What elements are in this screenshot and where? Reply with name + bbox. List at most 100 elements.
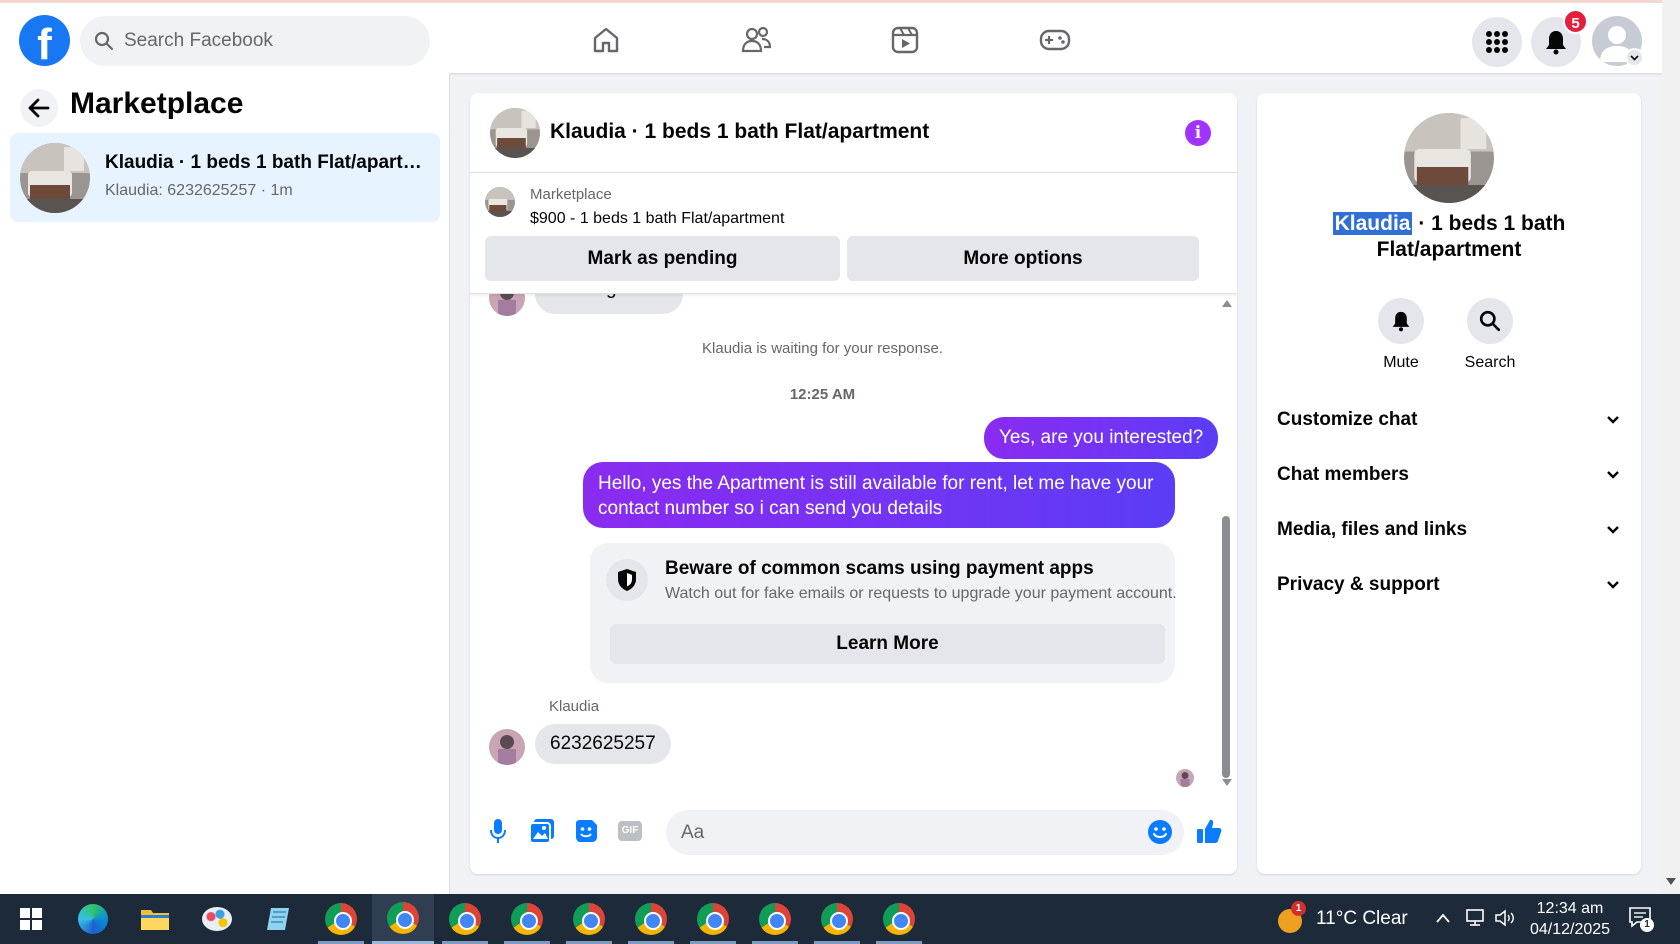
chat-header: Klaudia · 1 beds 1 bath Flat/apartment i	[470, 93, 1237, 173]
conversation-list-item[interactable]: Klaudia · 1 beds 1 bath Flat/apartment K…	[10, 133, 440, 222]
like-icon[interactable]	[1194, 816, 1224, 846]
volume-icon[interactable]	[1494, 908, 1516, 933]
chrome-browser-icon[interactable]	[620, 894, 682, 944]
gif-icon[interactable]: GIF	[615, 816, 645, 846]
message-bubble-incoming[interactable]: 6232625257	[535, 724, 671, 764]
edge-browser-icon[interactable]	[62, 894, 124, 944]
chat-window: Klaudia · 1 beds 1 bath Flat/apartment i…	[470, 93, 1237, 874]
chrome-browser-icon[interactable]	[372, 894, 434, 944]
gaming-icon[interactable]	[1035, 20, 1075, 60]
conversation-sidebar: Marketplace Klaudia · 1 beds 1 bath Flat…	[0, 73, 450, 894]
listing-price[interactable]: $900 - 1 beds 1 bath Flat/apartment	[530, 210, 784, 228]
scam-warning-title: Beware of common scams using payment app…	[665, 558, 1094, 579]
top-navigation-bar: f 5	[0, 0, 1662, 73]
privacy-support-section[interactable]: Privacy & support	[1277, 565, 1621, 605]
chevron-down-icon	[1607, 471, 1619, 479]
weather-alert-badge: 1	[1291, 901, 1306, 916]
bell-icon	[1378, 298, 1424, 344]
weather-moon-icon: 1	[1278, 901, 1306, 933]
conversation-details-panel: Klaudia · 1 beds 1 bath Flat/apartment M…	[1257, 93, 1641, 874]
watch-icon[interactable]	[885, 20, 925, 60]
message-bubble-outgoing[interactable]: Yes, are you interested?	[984, 417, 1219, 459]
sender-avatar[interactable]	[489, 729, 525, 765]
network-icon[interactable]	[1465, 908, 1487, 933]
action-center-icon[interactable]: 1	[1628, 906, 1656, 932]
chat-scrollbar-thumb[interactable]	[1222, 516, 1230, 778]
listing-thumbnail[interactable]	[485, 187, 515, 217]
search-label: Search	[1464, 354, 1516, 371]
chat-members-section[interactable]: Chat members	[1277, 455, 1621, 495]
message-bubble-outgoing-long[interactable]: Hello, yes the Apartment is still availa…	[583, 462, 1175, 528]
emoji-icon[interactable]	[1147, 819, 1173, 850]
search-icon	[94, 31, 114, 51]
chrome-browser-icon[interactable]	[868, 894, 930, 944]
details-name: Klaudia · 1 beds 1 bath Flat/apartment	[1277, 211, 1621, 263]
back-arrow-icon[interactable]	[20, 89, 58, 127]
section-label: Media, files and links	[1277, 519, 1468, 540]
mark-as-pending-button[interactable]: Mark as pending	[485, 236, 840, 281]
file-explorer-icon[interactable]	[124, 894, 186, 944]
search-icon	[1467, 298, 1513, 344]
conversation-preview: Klaudia: 6232625257 · 1m	[105, 182, 293, 199]
microphone-icon[interactable]	[483, 816, 513, 846]
customize-chat-section[interactable]: Customize chat	[1277, 400, 1621, 440]
search-input[interactable]	[124, 16, 414, 66]
scam-warning-card: Beware of common scams using payment app…	[590, 543, 1177, 683]
chevron-down-icon	[1607, 581, 1619, 589]
chrome-browser-icon[interactable]	[558, 894, 620, 944]
info-icon[interactable]: i	[1185, 120, 1211, 146]
conversation-title: Klaudia · 1 beds 1 bath Flat/apartment	[105, 152, 425, 173]
details-avatar[interactable]	[1404, 113, 1494, 203]
weather-widget[interactable]: 1 11°C Clear	[1278, 894, 1408, 944]
sticker-icon[interactable]	[571, 816, 601, 846]
show-hidden-icons-chevron-icon[interactable]	[1435, 911, 1451, 929]
message-timestamp: 12:25 AM	[789, 386, 856, 403]
chat-avatar[interactable]	[490, 108, 540, 158]
chrome-browser-icon[interactable]	[310, 894, 372, 944]
windows-start-icon[interactable]	[0, 894, 62, 944]
message-bubble-incoming-partial[interactable]: Message sent	[535, 294, 684, 314]
more-options-button[interactable]: More options	[847, 236, 1199, 281]
learn-more-button[interactable]: Learn More	[610, 624, 1165, 664]
media-files-links-section[interactable]: Media, files and links	[1277, 510, 1621, 550]
message-input-field[interactable]	[666, 810, 1184, 855]
account-chevron-down-icon[interactable]	[1625, 48, 1644, 67]
weather-text: 11°C Clear	[1316, 908, 1408, 929]
listing-thumbnail-avatar	[20, 143, 90, 213]
details-name-selected: Klaudia	[1332, 212, 1413, 235]
page-title: Marketplace	[70, 87, 244, 120]
section-label: Customize chat	[1277, 409, 1418, 430]
mute-label: Mute	[1383, 354, 1419, 371]
facebook-logo[interactable]: f	[19, 15, 70, 66]
photo-icon[interactable]	[527, 816, 557, 846]
menu-grid-icon[interactable]	[1472, 17, 1522, 67]
section-label: Chat members	[1277, 464, 1409, 485]
chat-title[interactable]: Klaudia · 1 beds 1 bath Flat/apartment	[550, 120, 929, 144]
system-clock[interactable]: 12:34 am 04/12/2025	[1520, 898, 1620, 940]
notes-app-icon[interactable]	[248, 894, 310, 944]
chrome-browser-icon[interactable]	[806, 894, 868, 944]
search-conversation-button[interactable]: Search	[1450, 298, 1530, 372]
listing-source-label: Marketplace	[530, 186, 612, 203]
page-scrollbar[interactable]	[1662, 0, 1680, 894]
shield-icon	[606, 559, 648, 601]
chrome-browser-icon[interactable]	[496, 894, 558, 944]
friends-icon[interactable]	[736, 20, 776, 60]
chrome-browser-icon[interactable]	[434, 894, 496, 944]
clock-date: 04/12/2025	[1529, 921, 1611, 938]
waiting-status-text: Klaudia is waiting for your response.	[702, 340, 943, 357]
mute-button[interactable]: Mute	[1361, 298, 1441, 372]
search-bar[interactable]	[80, 16, 430, 66]
clock-time: 12:34 am	[1536, 900, 1604, 917]
paint-app-icon[interactable]	[186, 894, 248, 944]
chrome-browser-icon[interactable]	[682, 894, 744, 944]
home-icon[interactable]	[586, 20, 626, 60]
sender-avatar[interactable]	[489, 294, 525, 316]
sender-name-label: Klaudia	[549, 698, 600, 715]
message-input[interactable]	[681, 810, 1121, 855]
message-thread[interactable]: Message sent Klaudia is waiting for your…	[470, 294, 1237, 794]
message-composer: GIF	[470, 794, 1237, 874]
chrome-browser-icon[interactable]	[744, 894, 806, 944]
chevron-down-icon	[1607, 526, 1619, 534]
section-label: Privacy & support	[1277, 574, 1440, 595]
